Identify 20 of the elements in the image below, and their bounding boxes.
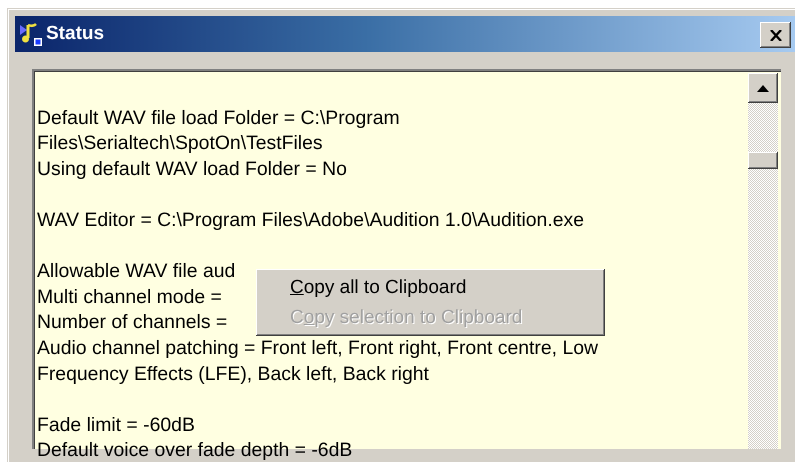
status-line: Fade limit = -60dB [37,412,195,438]
status-line: Default voice over fade depth = -6dB [37,438,352,462]
close-icon [770,30,782,40]
scroll-thumb[interactable] [748,152,778,169]
close-button[interactable] [760,22,791,48]
window-title: Status [46,23,106,45]
status-line: Multi channel mode = [37,284,222,310]
music-note-icon [19,22,43,46]
menu-item[interactable]: Copy all to Clipboard [290,273,466,303]
up-arrow-icon [757,84,769,92]
status-line: Allowable WAV file aud [37,259,236,284]
status-line: Default WAV file load Folder = C:\Program [37,106,400,130]
status-line: WAV Editor = C:\Program Files\Adobe\Audition 1.0\Audition.exe [37,208,584,233]
scroll-up-button[interactable] [748,73,778,103]
status-line: Number of channels = [37,310,228,335]
status-line: Files\Serialtech\SpotOn\TestFiles [37,131,323,156]
status-line: Using default WAV load Folder = No [37,156,347,182]
scrollbar[interactable] [748,73,778,449]
status-line: Frequency Effects (LFE), Back left, Back right [37,362,429,386]
status-line: Audio channel patching = Front left, Front right, Front centre, Low [37,336,598,361]
